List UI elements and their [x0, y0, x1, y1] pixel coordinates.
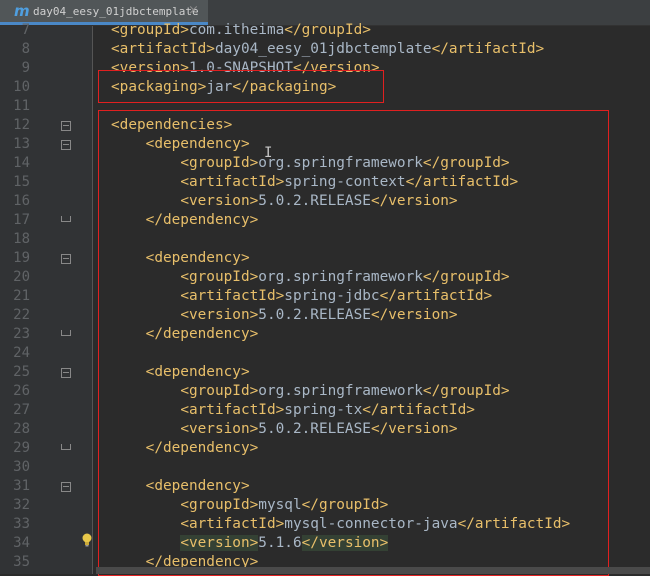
line-number: 33 [13, 516, 30, 532]
line-number: 26 [13, 383, 30, 399]
line-number: 12 [13, 117, 30, 133]
line-number: 32 [13, 497, 30, 513]
line-number: 24 [13, 345, 30, 361]
lightbulb-icon[interactable] [81, 533, 93, 547]
packaging-annotation-box [98, 70, 384, 103]
line-number: 35 [13, 554, 30, 570]
dependencies-annotation-box [98, 110, 609, 576]
line-number: 22 [13, 307, 30, 323]
line-number: 21 [13, 288, 30, 304]
line-number: 19 [13, 250, 30, 266]
line-number: 30 [13, 459, 30, 475]
fold-end-icon[interactable] [61, 444, 71, 454]
line-number: 34 [13, 535, 30, 551]
xml-tag: <artifactId> [111, 41, 215, 57]
code-line[interactable]: <artifactId>day04_eesy_01jdbctemplate</a… [111, 40, 544, 59]
fold-collapse-icon[interactable] [61, 140, 71, 150]
fold-collapse-icon[interactable] [61, 254, 71, 264]
fold-collapse-icon[interactable] [61, 482, 71, 492]
line-number: 10 [13, 79, 30, 95]
line-number: 9 [21, 60, 30, 76]
fold-collapse-icon[interactable] [61, 368, 71, 378]
xml-tag: <groupId> [111, 22, 189, 38]
code-text: com.itheima [188, 22, 285, 38]
line-number: 28 [13, 421, 30, 437]
line-number: 14 [13, 155, 30, 171]
gutter-divider [92, 26, 93, 574]
xml-tag: </artifactId> [431, 41, 545, 57]
fold-collapse-icon[interactable] [61, 121, 71, 131]
line-number: 27 [13, 402, 30, 418]
line-number: 25 [13, 364, 30, 380]
file-tab-label: day04_eesy_01jdbctemplate [33, 5, 199, 18]
line-number: 16 [13, 193, 30, 209]
line-number: 11 [13, 98, 30, 114]
line-number: 31 [13, 478, 30, 494]
line-number: 15 [13, 174, 30, 190]
line-number: 17 [13, 212, 30, 228]
fold-end-icon[interactable] [61, 330, 71, 340]
line-number: 29 [13, 440, 30, 456]
line-number: 8 [21, 41, 30, 57]
line-number: 13 [13, 136, 30, 152]
maven-m-icon: m [14, 2, 30, 20]
line-number: 23 [13, 326, 30, 342]
close-icon[interactable]: × [188, 3, 199, 18]
text-cursor-icon: I [264, 145, 273, 161]
horizontal-scrollbar[interactable] [96, 567, 650, 574]
fold-end-icon[interactable] [61, 216, 71, 226]
line-number: 18 [13, 231, 30, 247]
xml-tag: </groupId> [284, 22, 371, 38]
code-text: day04_eesy_01jdbctemplate [214, 41, 432, 57]
line-number: 20 [13, 269, 30, 285]
line-number: 7 [21, 22, 30, 38]
code-line[interactable]: <groupId>com.itheima</groupId> [111, 21, 371, 40]
